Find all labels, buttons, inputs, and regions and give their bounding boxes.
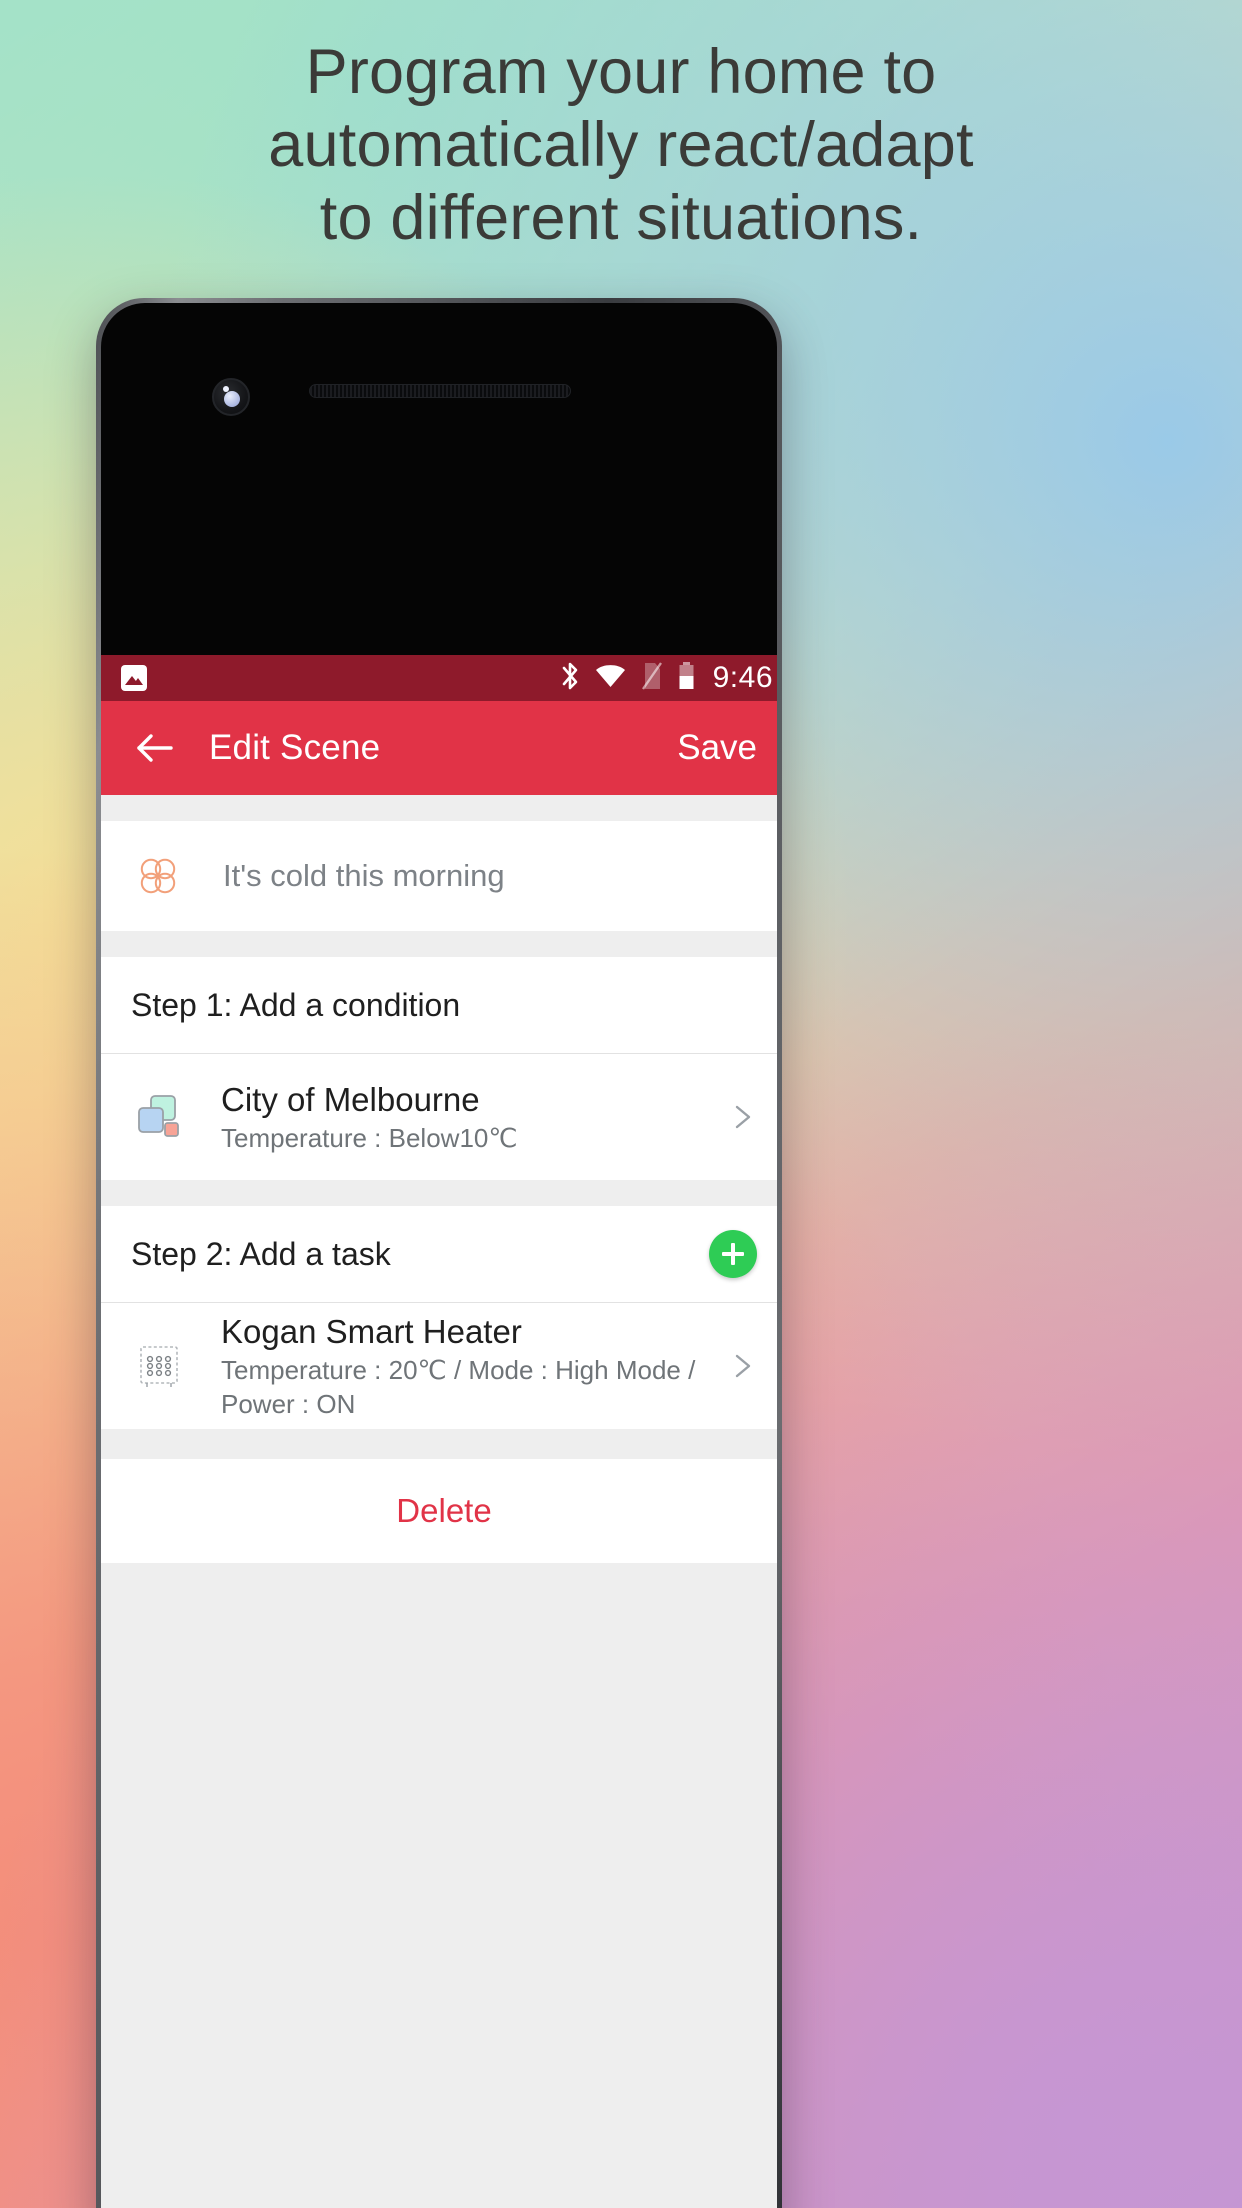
- delete-card: Delete: [101, 1459, 777, 1563]
- squares-icon: [133, 1091, 185, 1143]
- condition-text-block: City of Melbourne Temperature : Below10℃: [221, 1079, 729, 1155]
- back-arrow-icon[interactable]: [133, 726, 177, 770]
- scene-name-row[interactable]: It's cold this morning: [101, 821, 777, 931]
- step1-card: Step 1: Add a condition City of Melbourn…: [101, 957, 777, 1180]
- status-bar-system-icons: 9:46: [559, 661, 773, 696]
- front-camera-icon: [212, 378, 250, 416]
- page-headline: Program your home to automatically react…: [0, 36, 1242, 255]
- phone-device-frame: 9:46 Edit Scene Save It's cold this morn…: [96, 298, 782, 2208]
- no-sim-icon: [640, 661, 664, 696]
- app-screen: 9:46 Edit Scene Save It's cold this morn…: [101, 655, 777, 2208]
- condition-subtitle: Temperature : Below10℃: [221, 1123, 518, 1153]
- delete-button[interactable]: Delete: [101, 1459, 777, 1563]
- status-bar-notifications: [121, 665, 147, 691]
- step1-title: Step 1: Add a condition: [131, 986, 461, 1023]
- step2-title: Step 2: Add a task: [131, 1235, 391, 1272]
- flower-icon: [137, 855, 179, 897]
- delete-label: Delete: [396, 1492, 492, 1529]
- heater-grill-icon: [133, 1340, 185, 1392]
- phone-bezel: 9:46 Edit Scene Save It's cold this morn…: [101, 303, 777, 2208]
- spacer-top: [101, 795, 777, 821]
- headline-line-1: Program your home to: [305, 37, 937, 107]
- app-bar: Edit Scene Save: [101, 701, 777, 795]
- save-button[interactable]: Save: [677, 728, 757, 768]
- chevron-right-icon[interactable]: [729, 1353, 755, 1379]
- step2-card: Step 2: Add a task Kogan Smart Heater Te…: [101, 1206, 777, 1429]
- poster-background: Program your home to automatically react…: [0, 0, 1242, 2208]
- condition-row-melbourne[interactable]: City of Melbourne Temperature : Below10℃: [101, 1054, 777, 1180]
- add-task-button[interactable]: [709, 1230, 757, 1278]
- scene-name-value: It's cold this morning: [223, 858, 505, 893]
- condition-title: City of Melbourne: [221, 1081, 480, 1118]
- spacer-after-step2: [101, 1429, 777, 1459]
- step2-header: Step 2: Add a task: [101, 1206, 777, 1302]
- step1-header: Step 1: Add a condition: [101, 957, 777, 1053]
- status-bar: 9:46: [101, 655, 777, 701]
- earpiece-speaker-icon: [309, 384, 571, 398]
- scene-editor-content: It's cold this morning Step 1: Add a con…: [101, 795, 777, 2208]
- task-subtitle: Temperature : 20℃ / Mode : High Mode / P…: [221, 1355, 696, 1419]
- task-row-heater[interactable]: Kogan Smart Heater Temperature : 20℃ / M…: [101, 1303, 777, 1429]
- wifi-icon: [594, 663, 627, 694]
- content-filler: [101, 1563, 777, 2208]
- bluetooth-icon: [559, 661, 581, 696]
- status-bar-clock: 9:46: [712, 661, 773, 694]
- battery-icon: [677, 661, 696, 696]
- spacer-after-step1: [101, 1180, 777, 1206]
- spacer-after-scene: [101, 931, 777, 957]
- task-text-block: Kogan Smart Heater Temperature : 20℃ / M…: [221, 1311, 729, 1421]
- chevron-right-icon[interactable]: [729, 1104, 755, 1130]
- headline-line-2: automatically react/adapt: [268, 110, 974, 180]
- task-title: Kogan Smart Heater: [221, 1313, 522, 1350]
- page-title: Edit Scene: [209, 728, 381, 767]
- photo-icon: [121, 665, 147, 691]
- scene-name-card: It's cold this morning: [101, 821, 777, 931]
- headline-line-3: to different situations.: [319, 183, 923, 253]
